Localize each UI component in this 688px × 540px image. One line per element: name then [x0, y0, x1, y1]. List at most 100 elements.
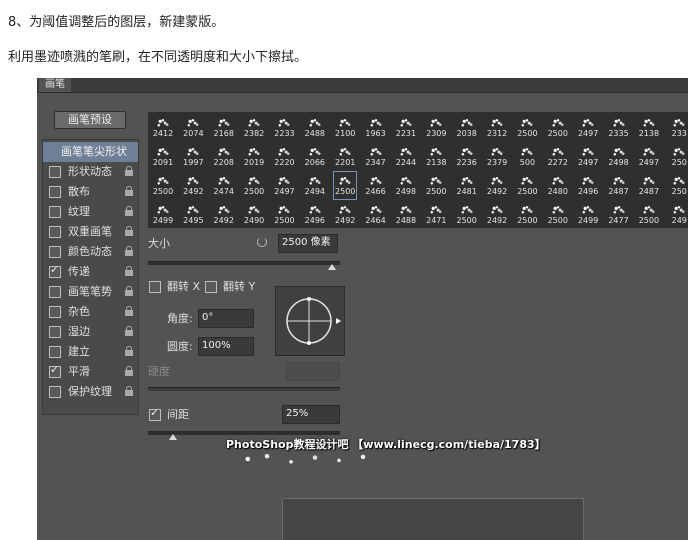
brush-tip-cell[interactable]: 2500 [516, 114, 538, 141]
brush-option-item[interactable]: 平滑 [43, 362, 138, 382]
brush-tip-cell[interactable]: 2236 [456, 143, 478, 170]
brush-tip-cell[interactable]: 2168 [213, 114, 235, 141]
brush-tip-cell[interactable]: 2201 [334, 143, 356, 170]
brush-tip-cell[interactable]: 2208 [213, 143, 235, 170]
brush-tip-cell[interactable]: 2091 [152, 143, 174, 170]
brush-tip-cell[interactable]: 2464 [365, 201, 387, 228]
brush-tip-cell[interactable]: 2019 [243, 143, 265, 170]
option-checkbox[interactable] [49, 386, 61, 398]
brush-option-item[interactable]: 建立 [43, 342, 138, 362]
brush-tip-cell[interactable]: 2497 [273, 172, 295, 199]
flip-y-checkbox[interactable] [205, 281, 217, 293]
brush-tip-cell[interactable]: 2500 [516, 172, 538, 199]
brush-tip-cell[interactable]: 1963 [365, 114, 387, 141]
option-checkbox[interactable] [49, 166, 61, 178]
option-checkbox[interactable] [49, 363, 61, 378]
size-slider[interactable] [148, 261, 340, 265]
brush-tip-cell[interactable]: 2500 [425, 172, 447, 199]
brush-tip-cell[interactable]: 2492 [334, 201, 356, 228]
brush-tip-cell[interactable]: 2492 [182, 172, 204, 199]
lock-icon[interactable] [125, 346, 133, 356]
brush-tip-cell[interactable]: 2471 [425, 201, 447, 228]
brush-tip-cell[interactable]: 2499 [577, 201, 599, 228]
lock-icon[interactable] [125, 266, 133, 276]
lock-icon[interactable] [125, 286, 133, 296]
brush-tip-cell[interactable]: 2074 [182, 114, 204, 141]
brush-tip-cell[interactable]: 2412 [152, 114, 174, 141]
brush-tip-cell[interactable]: 2500 [333, 171, 358, 200]
lock-icon[interactable] [125, 246, 133, 256]
panel-tab-brush[interactable]: 画笔 [39, 78, 71, 92]
brush-tip-cell[interactable]: 2500 [547, 201, 569, 228]
option-checkbox[interactable] [49, 186, 61, 198]
brush-tip-cell[interactable]: 2496 [577, 172, 599, 199]
brush-tip-cell[interactable]: 2382 [243, 114, 265, 141]
spacing-slider-thumb[interactable] [169, 434, 177, 440]
brush-tip-cell[interactable]: 2231 [395, 114, 417, 141]
lock-icon[interactable] [125, 166, 133, 176]
brush-tip-cell[interactable]: 2138 [638, 114, 660, 141]
brush-option-item[interactable]: 散布 [43, 182, 138, 202]
flip-x-checkbox[interactable] [149, 281, 161, 293]
brush-tip-cell[interactable]: 2500 [516, 201, 538, 228]
brush-tip-cell[interactable]: 2477 [608, 201, 630, 228]
brush-tip-cell[interactable]: 2497 [577, 114, 599, 141]
brush-option-item[interactable]: 保护纹理 [43, 382, 138, 402]
brush-tip-cell[interactable]: 2100 [334, 114, 356, 141]
brush-tip-cell[interactable]: 2487 [608, 172, 630, 199]
brush-tip-cell[interactable]: 2481 [456, 172, 478, 199]
brush-tip-cell[interactable]: 2474 [213, 172, 235, 199]
brush-option-item[interactable]: 画笔笔势 [43, 282, 138, 302]
brush-tip-cell[interactable]: 2490 [243, 201, 265, 228]
brush-tip-cell[interactable]: 2138 [425, 143, 447, 170]
brush-tip-cell[interactable]: 2492 [486, 201, 508, 228]
brush-option-item[interactable]: 双重画笔 [43, 222, 138, 242]
brush-tip-cell[interactable]: 2500 [152, 172, 174, 199]
brush-tip-cell[interactable]: 2335 [608, 114, 630, 141]
brush-tip-cell[interactable]: 2495 [182, 201, 204, 228]
brush-tip-cell[interactable]: 2500 [547, 114, 569, 141]
option-checkbox[interactable] [49, 326, 61, 338]
brush-tip-cell[interactable]: 2487 [638, 172, 660, 199]
brush-tip-cell[interactable]: 2480 [547, 172, 569, 199]
brush-tip-cell[interactable]: 2272 [547, 143, 569, 170]
brush-tip-cell[interactable]: 250 [668, 143, 688, 170]
brush-tip-cell[interactable]: 2379 [486, 143, 508, 170]
brush-tip-cell[interactable]: 249 [668, 201, 688, 228]
lock-icon[interactable] [125, 366, 133, 376]
brush-tip-cell[interactable]: 2497 [577, 143, 599, 170]
size-slider-thumb[interactable] [328, 264, 336, 270]
lock-icon[interactable] [125, 386, 133, 396]
brush-tip-cell[interactable]: 2494 [304, 172, 326, 199]
brush-option-item[interactable]: 画笔笔尖形状 [43, 142, 138, 162]
brush-tip-cell[interactable]: 2498 [395, 172, 417, 199]
lock-icon[interactable] [125, 226, 133, 236]
lock-icon[interactable] [125, 326, 133, 336]
brush-presets-button[interactable]: 画笔预设 [54, 111, 126, 129]
brush-tip-cell[interactable]: 500 [516, 143, 538, 170]
brush-tip-cell[interactable]: 2499 [152, 201, 174, 228]
option-checkbox[interactable] [49, 246, 61, 258]
brush-tip-cell[interactable]: 2312 [486, 114, 508, 141]
spacing-field[interactable]: 25% [282, 405, 340, 424]
brush-tip-cell[interactable]: 2066 [304, 143, 326, 170]
brush-tip-cell[interactable]: 250 [668, 172, 688, 199]
brush-option-item[interactable]: 纹理 [43, 202, 138, 222]
option-checkbox[interactable] [49, 346, 61, 358]
brush-tip-cell[interactable]: 2244 [395, 143, 417, 170]
brush-tip-cell[interactable]: 2496 [304, 201, 326, 228]
brush-option-item[interactable]: 杂色 [43, 302, 138, 322]
option-checkbox[interactable] [49, 263, 61, 278]
brush-tip-cell[interactable]: 2220 [273, 143, 295, 170]
brush-tip-cell[interactable]: 2233 [273, 114, 295, 141]
option-checkbox[interactable] [49, 286, 61, 298]
brush-tip-cell[interactable]: 2492 [213, 201, 235, 228]
brush-tip-cell[interactable]: 2488 [395, 201, 417, 228]
lock-icon[interactable] [125, 206, 133, 216]
brush-tip-cell[interactable]: 2500 [638, 201, 660, 228]
brush-tip-cell[interactable]: 2347 [365, 143, 387, 170]
lock-icon[interactable] [125, 306, 133, 316]
brush-tip-cell[interactable]: 2500 [456, 201, 478, 228]
brush-option-item[interactable]: 颜色动态 [43, 242, 138, 262]
brush-tip-cell[interactable]: 2498 [608, 143, 630, 170]
